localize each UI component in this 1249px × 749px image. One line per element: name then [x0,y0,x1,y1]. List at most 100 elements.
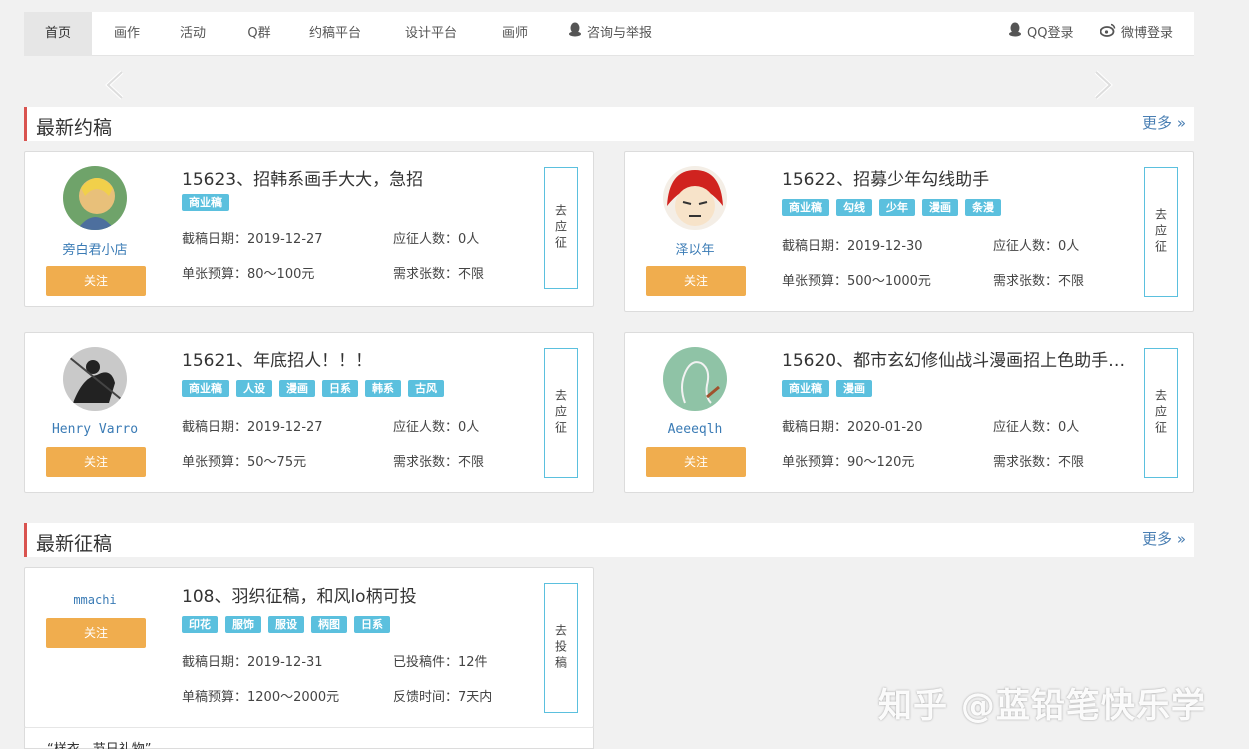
tag[interactable]: 漫画 [279,380,315,397]
quantity-needed: 需求张数：不限 [393,267,485,282]
quantity-needed: 需求张数：不限 [993,455,1085,470]
qq-penguin-icon [568,12,582,56]
budget: 单张预算：500〜1000元 [782,274,931,289]
username[interactable]: Aeeeqlh [625,422,765,437]
commission-card: 泽以年 关注 15622、招募少年勾线助手 商业稿 勾线 少年 漫画 条漫 截稿… [624,151,1194,312]
carousel-prev-arrow-icon[interactable] [102,70,128,100]
follow-button[interactable]: 关注 [646,447,746,477]
section-title: 最新征稿 [36,533,113,555]
commission-card: Aeeeqlh 关注 15620、都市玄幻修仙战斗漫画招上色助手… 商业稿 漫画… [624,332,1194,493]
avatar[interactable] [663,166,727,230]
carousel-next-arrow-icon[interactable] [1090,70,1116,100]
section-title: 最新约稿 [36,117,113,139]
commission-title[interactable]: 15620、都市玄幻修仙战斗漫画招上色助手… [782,346,1134,371]
more-link[interactable]: 更多 » [1142,112,1186,133]
nav-qq-group[interactable]: Q群 [236,12,282,56]
qq-login-link[interactable]: QQ登录 [1008,12,1073,56]
tag[interactable]: 日系 [322,380,358,397]
feedback-time: 反馈时间：7天内 [393,690,493,705]
next-card-peek: “样衣、节日礼物” [24,727,594,749]
nav-artists[interactable]: 画师 [492,12,538,56]
apply-label: 去应征 [553,389,568,437]
applicant-count: 应征人数：0人 [993,239,1080,254]
commission-title[interactable]: 15622、招募少年勾线助手 [782,165,1142,190]
submit-button[interactable]: 去投稿 [544,583,578,713]
commission-card: Henry Varro 关注 15621、年底招人！！！ 商业稿 人设 漫画 日… [24,332,594,493]
more-link[interactable]: 更多 » [1142,528,1186,549]
quantity-needed: 需求张数：不限 [393,455,485,470]
username[interactable]: 泽以年 [625,239,765,258]
submit-label: 去投稿 [553,624,568,672]
commission-title[interactable]: 15623、招韩系画手大大，急招 [182,165,542,190]
tag-list: 商业稿 漫画 [782,380,872,397]
nav-commission-platform[interactable]: 约稿平台 [300,12,370,56]
deadline: 截稿日期：2019-12-27 [182,420,323,435]
follow-button[interactable]: 关注 [646,266,746,296]
applicant-count: 应征人数：0人 [393,232,480,247]
nav-design-platform[interactable]: 设计平台 [396,12,466,56]
tag[interactable]: 服饰 [225,616,261,633]
tag[interactable]: 人设 [236,380,272,397]
deadline: 截稿日期：2019-12-27 [182,232,323,247]
apply-button[interactable]: 去应征 [544,167,578,289]
tag[interactable]: 古风 [408,380,444,397]
tag-list: 印花 服饰 服设 柄图 日系 [182,616,390,633]
apply-label: 去应征 [553,204,568,252]
apply-button[interactable]: 去应征 [544,348,578,478]
tag[interactable]: 柄图 [311,616,347,633]
tag-list: 商业稿 [182,194,229,211]
deadline: 截稿日期：2019-12-30 [782,239,923,254]
tag[interactable]: 漫画 [836,380,872,397]
watermark: 知乎 @蓝铅笔快乐学 [878,686,1206,726]
avatar[interactable] [663,347,727,411]
tag[interactable]: 商业稿 [182,194,229,211]
follow-button[interactable]: 关注 [46,618,146,648]
deadline: 截稿日期：2020-01-20 [782,420,923,435]
top-strip [0,0,1249,12]
tag-list: 商业稿 勾线 少年 漫画 条漫 [782,199,1001,216]
apply-button[interactable]: 去应征 [1144,167,1178,297]
budget: 单张预算：90〜120元 [782,455,915,470]
apply-label: 去应征 [1153,389,1168,437]
tag[interactable]: 勾线 [836,199,872,216]
commission-card: 旁白君小店 关注 15623、招韩系画手大大，急招 商业稿 截稿日期：2019-… [24,151,594,307]
tag[interactable]: 印花 [182,616,218,633]
tag[interactable]: 韩系 [365,380,401,397]
qq-login-label: QQ登录 [1027,26,1074,41]
tag[interactable]: 漫画 [922,199,958,216]
nav-artworks[interactable]: 画作 [104,12,150,56]
top-nav: 首页 画作 活动 Q群 约稿平台 设计平台 画师 咨询与举报 QQ登录 微博登录 [24,12,1194,56]
budget: 单张预算：50〜75元 [182,455,307,470]
weibo-icon [1099,12,1116,56]
avatar[interactable] [63,347,127,411]
nav-report-label: 咨询与举报 [587,26,653,41]
latest-submissions-header: 最新征稿 更多 » [24,523,1194,557]
tag[interactable]: 商业稿 [782,199,829,216]
nav-home[interactable]: 首页 [24,12,92,56]
tag[interactable]: 商业稿 [782,380,829,397]
nav-report[interactable]: 咨询与举报 [568,12,652,56]
card-snippet: “样衣、节日礼物” [47,738,151,749]
username[interactable]: mmachi [25,593,165,607]
username[interactable]: 旁白君小店 [25,239,165,258]
avatar[interactable] [63,166,127,230]
quantity-needed: 需求张数：不限 [993,274,1085,289]
follow-button[interactable]: 关注 [46,266,146,296]
applicant-count: 应征人数：0人 [993,420,1080,435]
qq-penguin-icon [1008,12,1022,56]
tag[interactable]: 服设 [268,616,304,633]
tag[interactable]: 日系 [354,616,390,633]
weibo-login-link[interactable]: 微博登录 [1099,12,1174,56]
tag[interactable]: 少年 [879,199,915,216]
username[interactable]: Henry Varro [25,422,165,437]
submission-count: 已投稿件：12件 [393,655,488,670]
commission-title[interactable]: 15621、年底招人！！！ [182,346,542,371]
tag[interactable]: 条漫 [965,199,1001,216]
weibo-login-label: 微博登录 [1121,26,1174,41]
tag[interactable]: 商业稿 [182,380,229,397]
apply-button[interactable]: 去应征 [1144,348,1178,478]
follow-button[interactable]: 关注 [46,447,146,477]
apply-label: 去应征 [1153,208,1168,256]
submission-title[interactable]: 108、羽织征稿，和风lo柄可投 [182,582,542,607]
nav-events[interactable]: 活动 [170,12,216,56]
